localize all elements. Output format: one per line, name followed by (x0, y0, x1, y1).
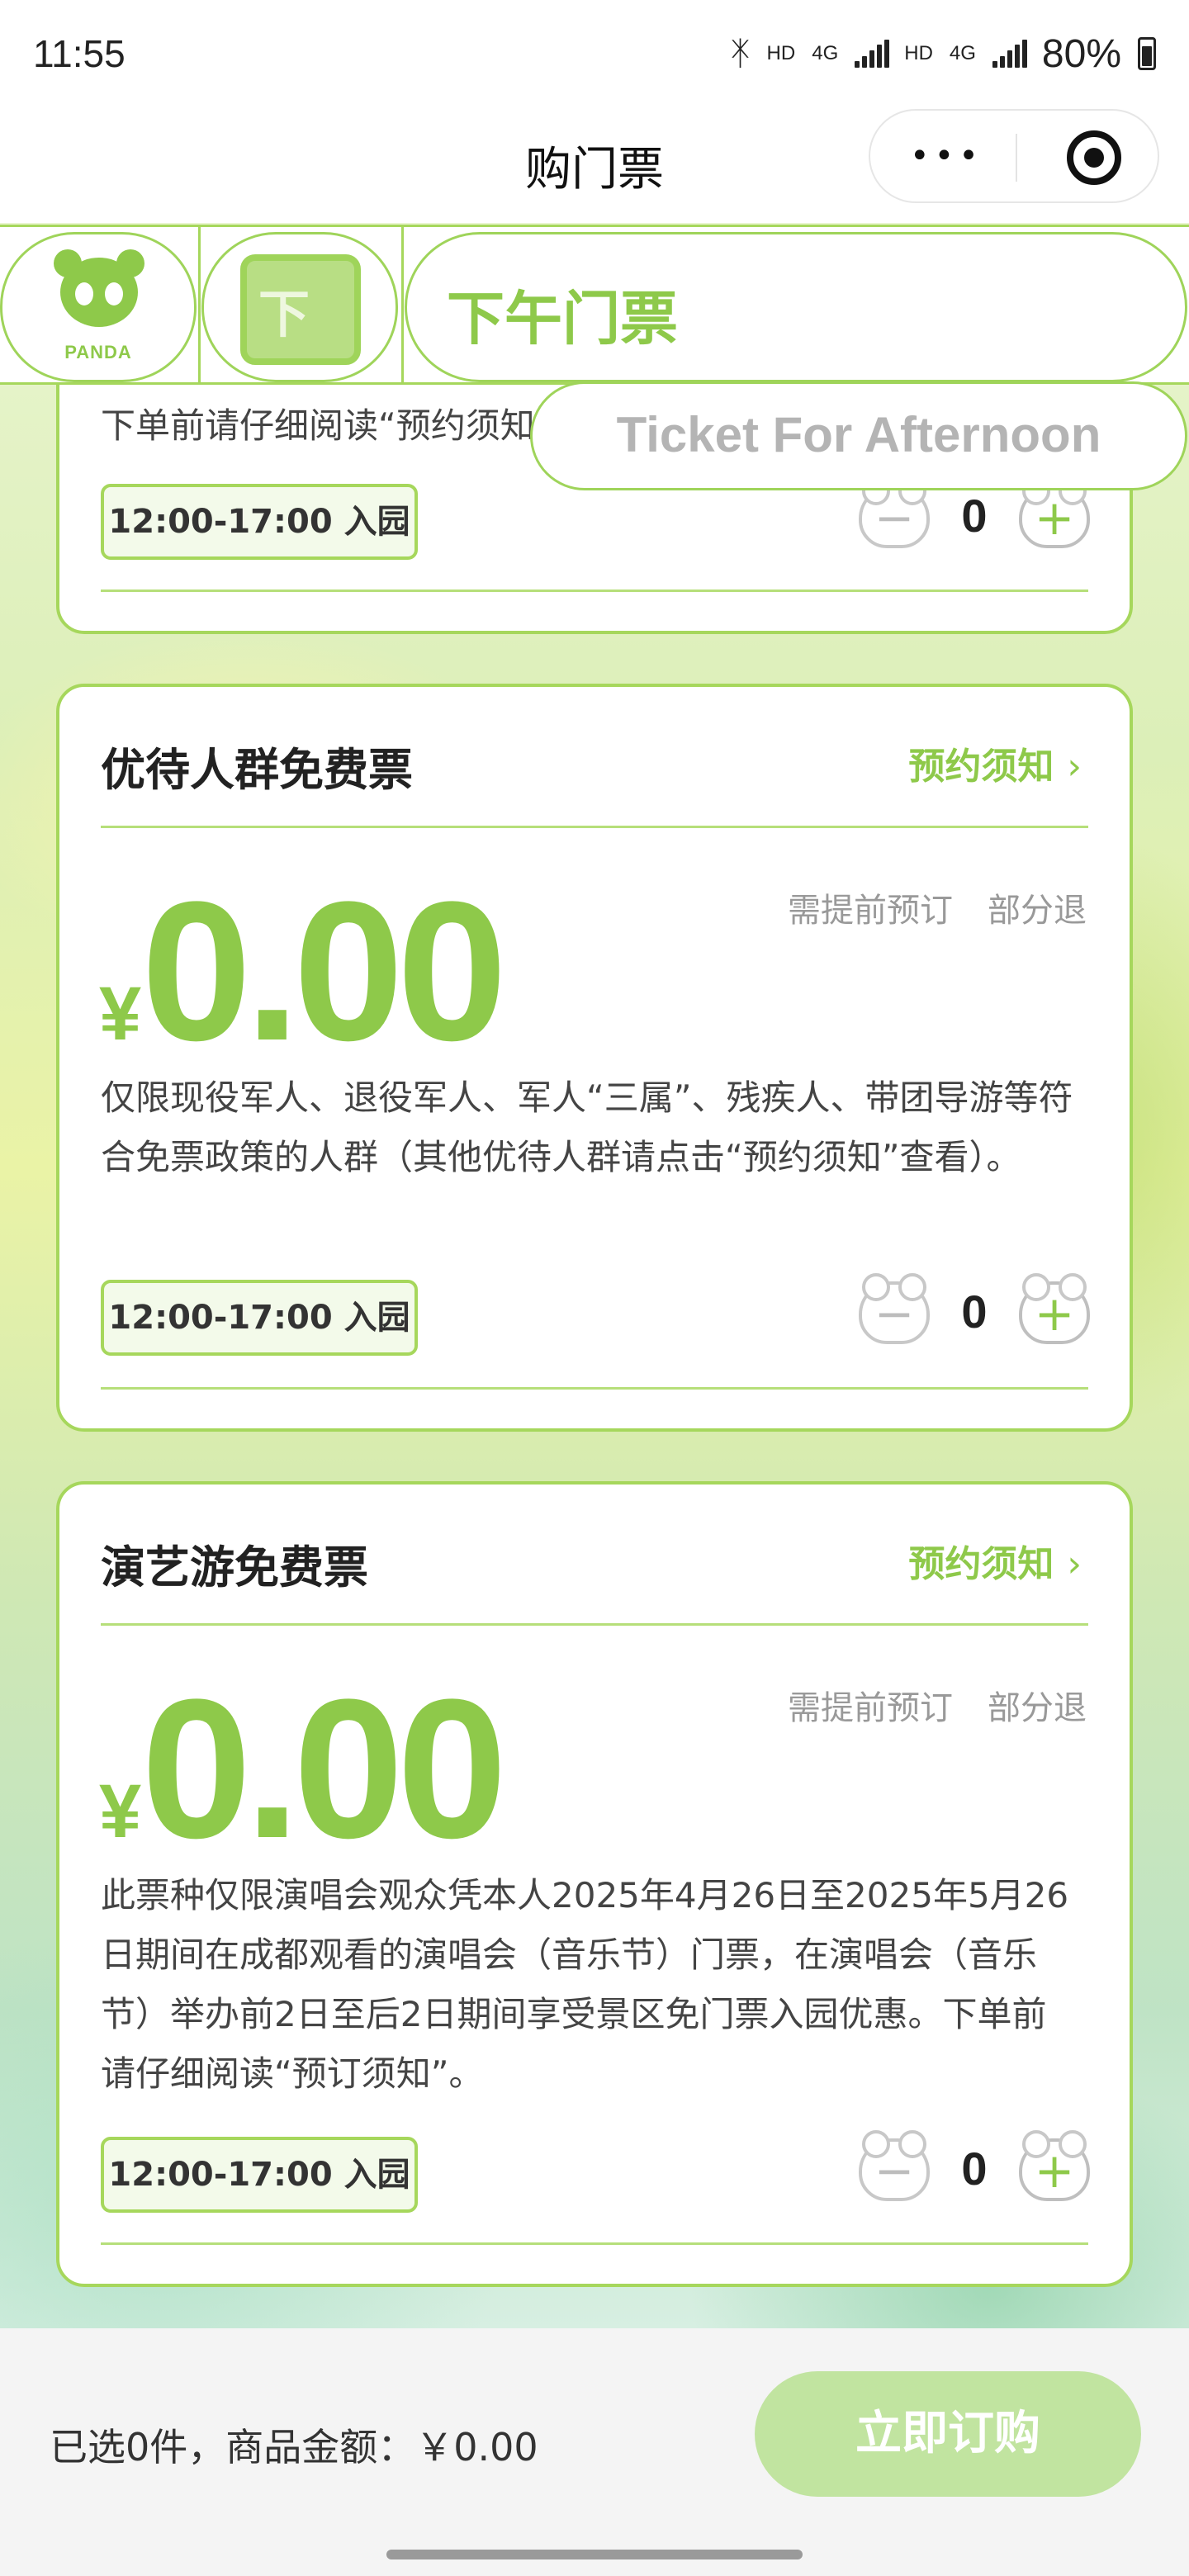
more-icon[interactable]: ••• (910, 140, 983, 173)
divider (101, 2242, 1088, 2245)
booking-notice-link[interactable]: 预约须知 › (908, 1534, 1082, 1587)
battery-percent: 80% (1041, 31, 1121, 76)
tag-partial-refund: 部分退 (988, 892, 1087, 930)
tag-partial-refund: 部分退 (988, 1689, 1087, 1727)
ticket-icon: 下 (240, 254, 361, 365)
plus-button[interactable]: + (1019, 477, 1090, 548)
tab-afternoon-label: 下午门票 (447, 285, 678, 353)
minus-button[interactable]: − (859, 477, 930, 548)
quantity-stepper: − 0 + (859, 2130, 1090, 2213)
divider (101, 590, 1088, 592)
home-indicator[interactable] (386, 2550, 803, 2559)
quantity-value: 0 (961, 2143, 988, 2195)
tab-afternoon-ticket[interactable]: 下午门票 (405, 232, 1187, 382)
ticket-icon-char: 下 (258, 284, 310, 344)
ticket-type-tabbar: PANDA 下 下午门票 (0, 225, 1189, 385)
quantity-value: 0 (961, 1286, 988, 1338)
entry-time-badge: 12:00-17:00 入园 (101, 484, 418, 560)
divider (101, 1623, 1088, 1626)
bluetooth-icon: ᛡ (730, 35, 751, 72)
signal-icon (855, 40, 890, 68)
hd-label-1: HD (766, 42, 796, 64)
status-bar: 11:55 ᛡ HD 4G HD 4G 80% (0, 0, 1189, 107)
tab-divider (401, 227, 404, 382)
capsule-divider (1016, 134, 1017, 182)
tab-panda[interactable]: PANDA (0, 232, 197, 382)
minus-icon: − (874, 1286, 915, 1342)
ticket-tags: 需提前预订 部分退 (788, 1681, 1087, 1729)
ticket-price: ¥0.00 (99, 1669, 507, 1868)
quantity-stepper: − 0 + (859, 1273, 1090, 1356)
minus-icon: − (874, 490, 915, 546)
ticket-desc: 仅限现役军人、退役军人、军人“三属”、残疾人、带团导游等符合免票政策的人群（其他… (101, 1077, 1073, 1177)
quantity-stepper: − 0 + (859, 477, 1090, 560)
panda-logo-icon (54, 246, 144, 329)
tag-advance-booking: 需提前预订 (788, 892, 953, 930)
ticket-price: ¥0.00 (99, 872, 507, 1070)
ticket-name: 演艺游免费票 (101, 1541, 368, 1593)
buy-now-button[interactable]: 立即订购 (755, 2371, 1141, 2497)
entry-time-badge: 12:00-17:00 入园 (101, 2137, 418, 2213)
booking-notice-label: 预约须知 (908, 1543, 1054, 1585)
battery-icon (1138, 37, 1156, 70)
plus-icon: + (1034, 490, 1075, 546)
hd-label-2: HD (904, 42, 933, 64)
minus-icon: − (874, 2143, 915, 2199)
currency-symbol: ¥ (99, 972, 142, 1056)
order-summary: 已选0件，商品金额：￥0.00 (50, 2425, 538, 2469)
entry-time-badge: 12:00-17:00 入园 (101, 1280, 418, 1356)
ticket-desc: 此票种仅限演唱会观众凭本人2025年4月26日至2025年5月26日期间在成都观… (101, 1875, 1069, 2094)
ticket-tags: 需提前预订 部分退 (788, 883, 1087, 931)
booking-notice-label: 预约须知 (908, 746, 1054, 788)
status-time: 11:55 (33, 32, 126, 75)
divider (101, 1387, 1088, 1390)
tab-divider (198, 227, 201, 382)
tab-afternoon-subtitle: Ticket For Afternoon (530, 381, 1187, 490)
quantity-value: 0 (961, 490, 988, 542)
checkout-bar: 已选0件，商品金额：￥0.00 立即订购 (0, 2328, 1189, 2576)
target-icon[interactable] (1067, 130, 1121, 185)
plus-button[interactable]: + (1019, 2130, 1090, 2201)
price-value: 0.00 (141, 860, 507, 1082)
signal-icon (992, 40, 1027, 68)
plus-icon: + (1034, 1286, 1075, 1342)
ticket-card-performance: 演艺游免费票 预约须知 › ¥0.00 需提前预订 部分退 此票种仅限演唱会观众凭本… (56, 1481, 1133, 2287)
network-label-1: 4G (812, 42, 839, 64)
tag-advance-booking: 需提前预订 (788, 1689, 953, 1727)
status-icons: ᛡ HD 4G HD 4G 80% (731, 31, 1156, 77)
chevron-right-icon: › (1067, 1543, 1082, 1585)
divider (101, 826, 1088, 828)
ticket-name: 优待人群免费票 (101, 744, 413, 796)
ticket-card-preferential: 优待人群免费票 预约须知 › ¥0.00 需提前预订 部分退 仅限现役军人、退役军人… (56, 684, 1133, 1432)
price-value: 0.00 (141, 1658, 507, 1879)
miniapp-capsule: ••• (869, 109, 1159, 203)
chevron-right-icon: › (1067, 746, 1082, 788)
network-label-2: 4G (949, 42, 976, 64)
booking-notice-link[interactable]: 预约须知 › (908, 736, 1082, 789)
currency-symbol: ¥ (99, 1769, 142, 1854)
plus-icon: + (1034, 2143, 1075, 2199)
tab-ticket[interactable]: 下 (201, 232, 398, 382)
minus-button[interactable]: − (859, 1273, 930, 1344)
panda-logo-text: PANDA (64, 342, 132, 362)
plus-button[interactable]: + (1019, 1273, 1090, 1344)
minus-button[interactable]: − (859, 2130, 930, 2201)
